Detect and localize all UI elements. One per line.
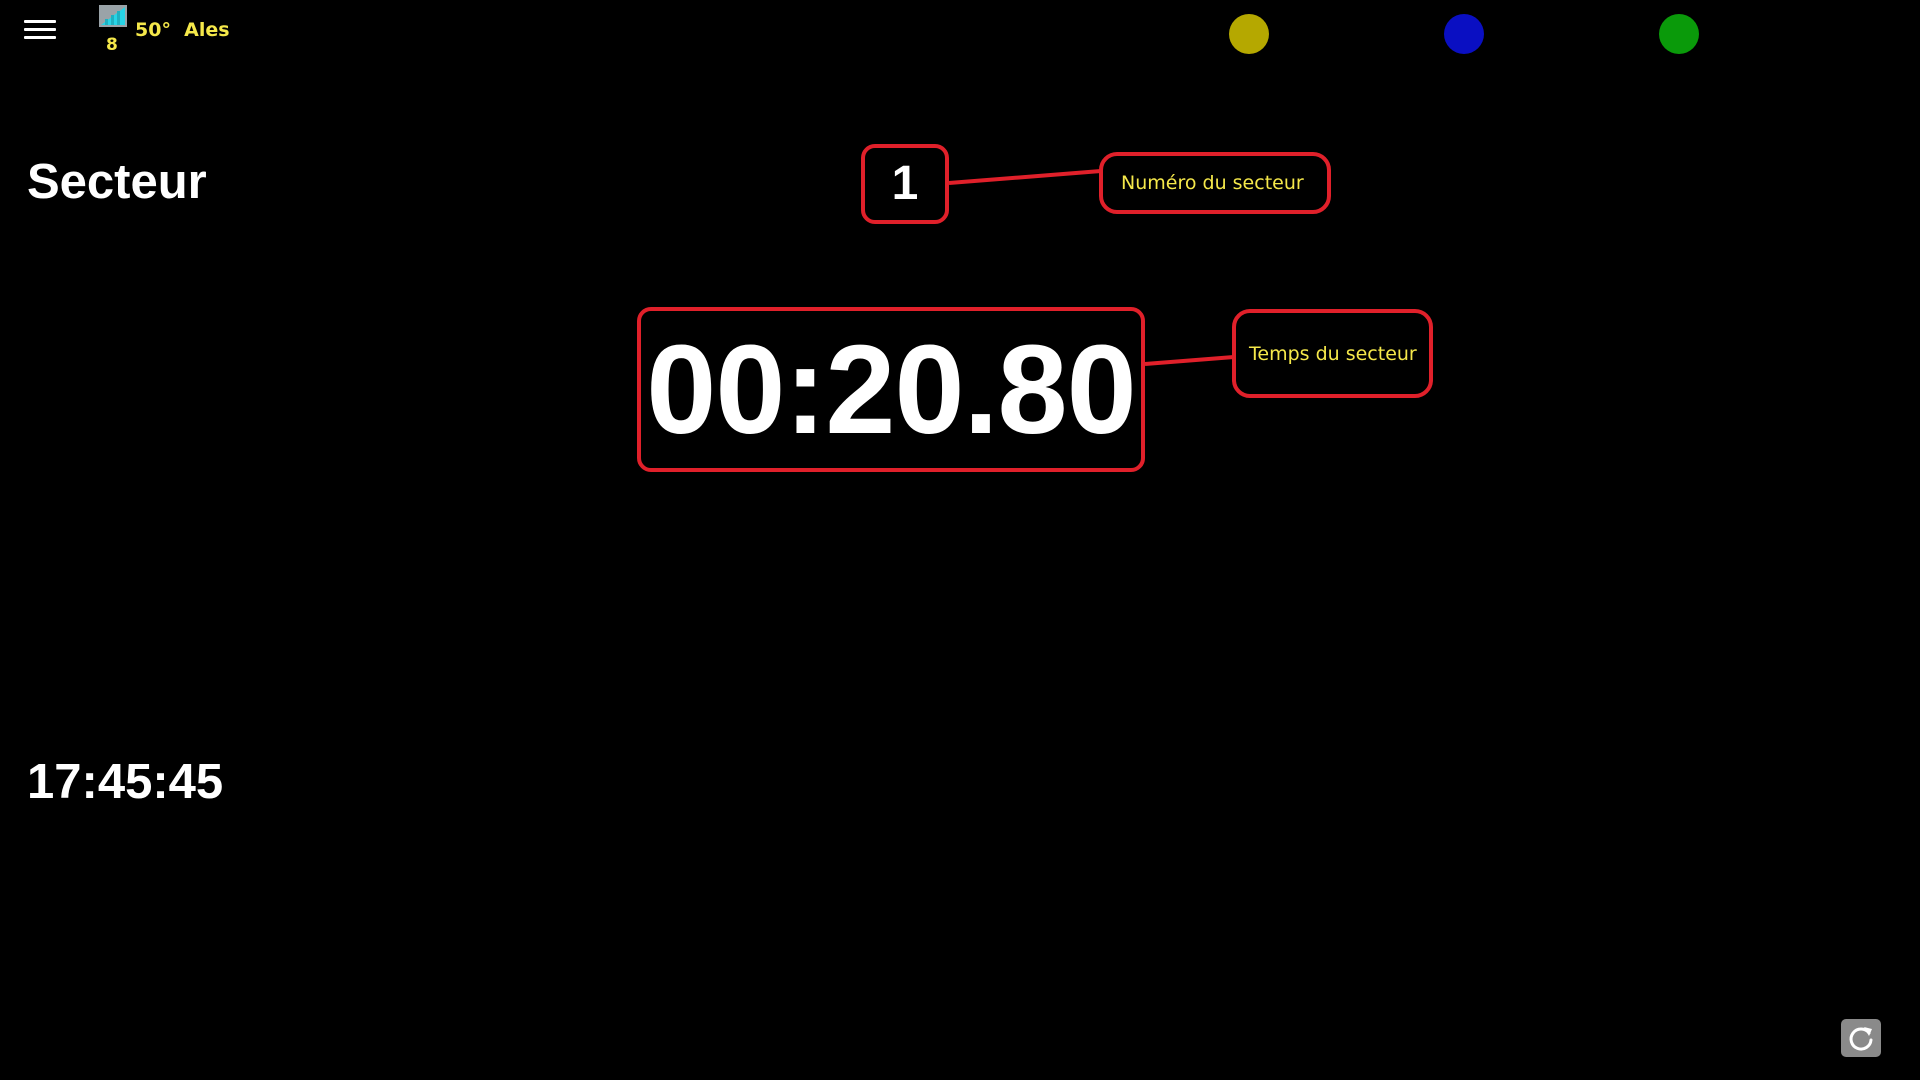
signal-count: 8 [106,35,118,55]
sector-number-callout: Numéro du secteur [1099,152,1331,214]
signal-strength-icon [99,5,127,27]
sector-number-connector [948,169,1102,185]
hamburger-menu-icon[interactable] [22,16,58,44]
sector-title: Secteur [27,155,207,209]
status-dot-blue [1444,14,1484,54]
temperature-city-label: 50° Ales [135,19,230,41]
status-dot-yellow [1229,14,1269,54]
sector-time-connector [1144,355,1235,366]
sector-number-box: 1 [861,144,949,224]
current-time-clock: 17:45:45 [27,755,224,809]
refresh-button[interactable] [1841,1019,1881,1057]
sector-time-callout: Temps du secteur [1232,309,1433,398]
callout-connectors [948,169,1235,366]
sector-time-box: 00:20.80 [637,307,1145,472]
sector-number: 1 [891,157,919,210]
status-dot-green [1659,14,1699,54]
refresh-icon [1849,1027,1873,1051]
sector-time-callout-text: Temps du secteur [1249,342,1417,365]
sector-number-callout-text: Numéro du secteur [1121,172,1304,194]
sector-screen: 8 50° Ales Secteur 1 00:20.80 Numéro du … [0,0,1920,1080]
sector-time: 00:20.80 [646,318,1136,460]
